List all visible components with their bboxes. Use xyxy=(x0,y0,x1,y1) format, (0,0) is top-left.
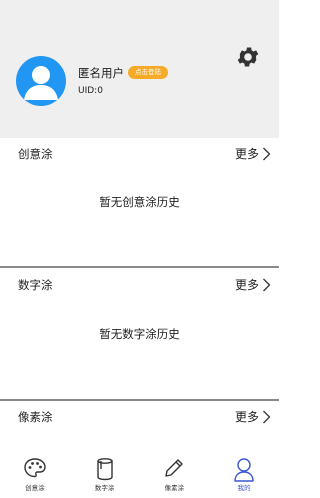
section-title-creative: 创意涂 xyxy=(18,147,53,161)
divider xyxy=(0,266,279,268)
tab-label: 我的 xyxy=(237,484,251,492)
tab-mine[interactable]: 我的 xyxy=(209,450,279,498)
empty-number-history: 暂无数字涂历史 xyxy=(99,327,180,341)
section-title-number: 数字涂 xyxy=(18,278,53,292)
divider xyxy=(0,399,279,401)
login-badge[interactable]: 点击登陆 xyxy=(128,66,168,79)
tab-creative[interactable]: 创意涂 xyxy=(0,450,70,498)
tab-number[interactable]: 数字涂 xyxy=(70,450,140,498)
tab-pixel[interactable]: 像素涂 xyxy=(140,450,210,498)
section-title-pixel: 像素涂 xyxy=(18,410,53,424)
palette-icon xyxy=(24,458,46,478)
tab-label: 数字涂 xyxy=(94,484,115,492)
uid-text: UID:0 xyxy=(78,86,103,96)
pencil-icon xyxy=(165,459,184,477)
profile-header: 匿名用户 点击登陆 UID:0 xyxy=(0,0,279,138)
paint-bucket-icon xyxy=(96,458,113,481)
chevron-right-icon xyxy=(263,410,271,424)
more-button-pixel[interactable]: 更多 xyxy=(235,409,271,425)
more-label: 更多 xyxy=(234,278,259,292)
more-button-creative[interactable]: 更多 xyxy=(235,146,271,162)
chevron-right-icon xyxy=(263,147,271,161)
username: 匿名用户 xyxy=(78,66,124,80)
more-label: 更多 xyxy=(234,410,259,424)
more-button-number[interactable]: 更多 xyxy=(235,277,271,293)
bottom-tab-bar: 创意涂 数字涂 像素涂 我的 xyxy=(0,450,279,498)
tab-label: 像素涂 xyxy=(164,484,185,492)
avatar[interactable] xyxy=(16,56,66,106)
user-avatar-icon xyxy=(24,66,58,100)
chevron-right-icon xyxy=(263,278,271,292)
tab-label: 创意涂 xyxy=(25,484,45,492)
more-label: 更多 xyxy=(234,147,259,161)
profile-icon xyxy=(234,458,254,482)
settings-gear-icon[interactable] xyxy=(235,44,261,70)
empty-creative-history: 暂无创意涂历史 xyxy=(99,195,180,209)
